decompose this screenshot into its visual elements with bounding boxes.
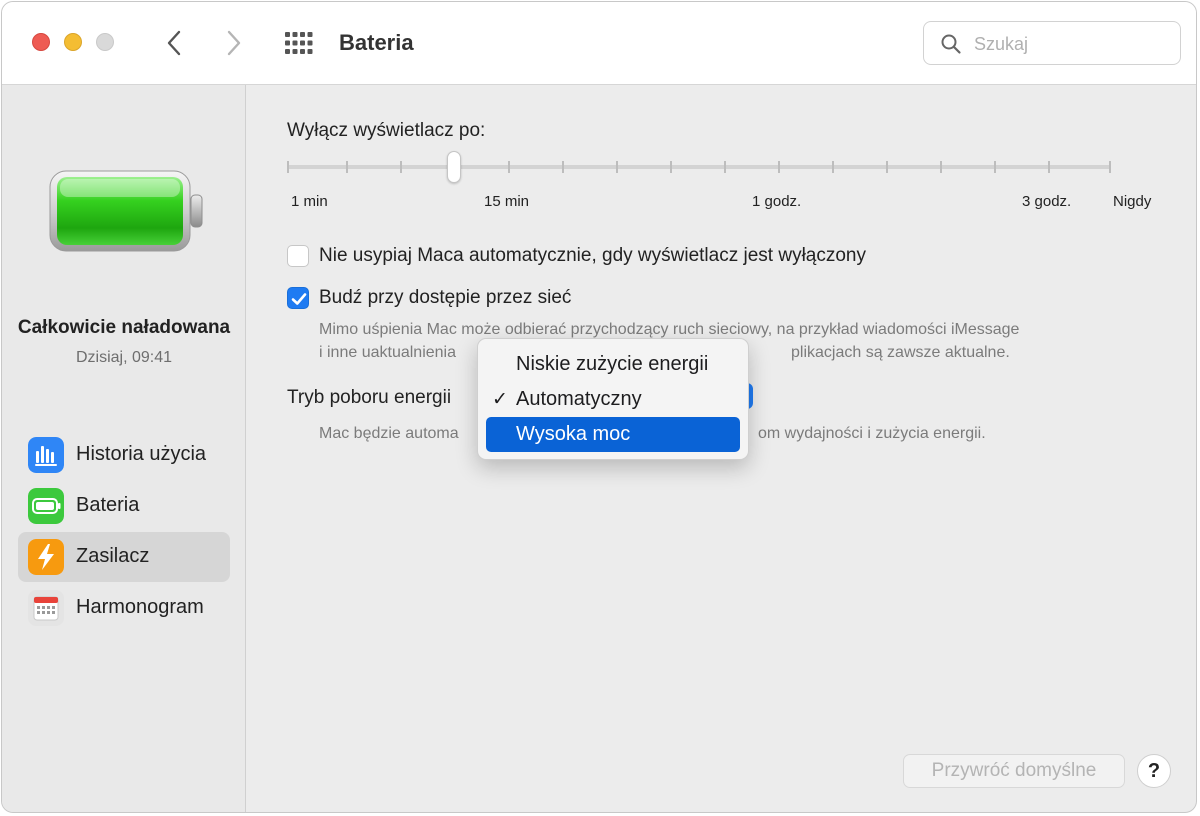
grid-icon — [285, 32, 313, 54]
sidebar-item-label: Zasilacz — [76, 545, 150, 567]
slider-tick — [994, 161, 996, 173]
menu-item-label: Automatyczny — [516, 388, 642, 410]
checkmark-icon — [291, 293, 307, 305]
energy-mode-description-left: Mac będzie automa — [319, 425, 459, 442]
battery-status-icon — [49, 170, 203, 252]
slider-tick — [1109, 161, 1111, 173]
slider-tick — [778, 161, 780, 173]
schedule-calendar-icon — [28, 590, 64, 626]
sidebar-item-label: Historia użycia — [76, 443, 207, 465]
slider-tick — [346, 161, 348, 173]
usage-history-icon — [28, 437, 64, 473]
zoom-window-button[interactable] — [96, 33, 114, 51]
menu-item-label: Wysoka moc — [516, 423, 631, 445]
wake-network-description-line2-left: i inne uaktualnienia — [319, 344, 456, 361]
tick-label-1min: 1 min — [291, 193, 328, 210]
power-adapter-icon — [28, 539, 64, 575]
slider-tick — [616, 161, 618, 173]
menu-item-high-power[interactable]: Wysoka moc — [486, 417, 740, 452]
sidebar-item-schedule[interactable]: Harmonogram — [18, 583, 230, 633]
search-input[interactable] — [972, 30, 1172, 58]
window-title: Bateria — [339, 30, 414, 55]
chevron-right-icon — [227, 30, 241, 56]
slider-tick — [670, 161, 672, 173]
display-off-slider[interactable] — [287, 151, 1111, 185]
slider-tick — [562, 161, 564, 173]
wake-network-label: Budź przy dostępie przez sieć — [319, 287, 572, 308]
preferences-window: Bateria Szukaj Całkowicie naładowana Dzi… — [1, 1, 1197, 813]
sidebar-item-label: Harmonogram — [76, 596, 204, 618]
prevent-sleep-checkbox[interactable] — [287, 245, 309, 267]
energy-mode-label: Tryb poboru energii — [287, 387, 452, 408]
wake-network-description-line2-right: plikacjach są zawsze aktualne. — [791, 344, 1010, 361]
forward-button[interactable] — [219, 26, 249, 60]
sidebar-item-battery[interactable]: Bateria — [18, 481, 230, 531]
energy-mode-menu: Niskie zużycie energii ✓ Automatyczny Wy… — [477, 338, 749, 460]
slider-tick — [287, 161, 289, 173]
main-panel: Wyłącz wyświetlacz po: 1 min 15 min 1 go… — [247, 85, 1196, 812]
prevent-sleep-label: Nie usypiaj Maca automatycznie, gdy wyśw… — [319, 245, 866, 266]
tick-label-15min: 15 min — [484, 193, 530, 210]
help-button[interactable]: ? — [1137, 754, 1171, 788]
slider-thumb[interactable] — [447, 151, 461, 183]
slider-tick — [886, 161, 888, 173]
tick-label-3h: 3 godz. — [1022, 193, 1072, 210]
battery-icon — [28, 488, 64, 524]
slider-tick — [724, 161, 726, 173]
slider-tick — [508, 161, 510, 173]
back-button[interactable] — [160, 26, 190, 60]
energy-mode-description-right: om wydajności i zużycia energii. — [758, 425, 986, 442]
search-icon — [941, 34, 961, 54]
checkmark-icon: ✓ — [492, 389, 508, 410]
slider-tick — [1048, 161, 1050, 173]
display-off-label: Wyłącz wyświetlacz po: — [287, 120, 486, 141]
tick-label-1h: 1 godz. — [752, 193, 802, 210]
slider-tick — [832, 161, 834, 173]
sidebar-item-power-adapter[interactable]: Zasilacz — [18, 532, 230, 582]
sidebar-item-label: Bateria — [76, 494, 140, 516]
chevron-left-icon — [167, 30, 181, 56]
sidebar: Całkowicie naładowana Dzisiaj, 09:41 His… — [2, 85, 246, 812]
slider-track — [287, 165, 1111, 169]
menu-item-label: Niskie zużycie energii — [516, 353, 709, 375]
restore-defaults-button[interactable]: Przywróć domyślne — [903, 754, 1125, 788]
tick-label-never: Nigdy — [1113, 193, 1152, 210]
battery-status-time: Dzisiaj, 09:41 — [75, 349, 173, 366]
menu-item-low-power[interactable]: Niskie zużycie energii — [486, 347, 740, 382]
minimize-window-button[interactable] — [64, 33, 82, 51]
slider-tick — [400, 161, 402, 173]
close-window-button[interactable] — [32, 33, 50, 51]
battery-status-title: Całkowicie naładowana — [17, 317, 231, 338]
toolbar: Bateria — [2, 2, 1196, 85]
search-field[interactable] — [923, 21, 1181, 65]
sidebar-item-usage-history[interactable]: Historia użycia — [18, 430, 230, 480]
wake-network-checkbox[interactable] — [287, 287, 309, 309]
show-all-button[interactable] — [283, 30, 315, 56]
slider-tick — [940, 161, 942, 173]
menu-item-automatic[interactable]: ✓ Automatyczny — [486, 382, 740, 417]
